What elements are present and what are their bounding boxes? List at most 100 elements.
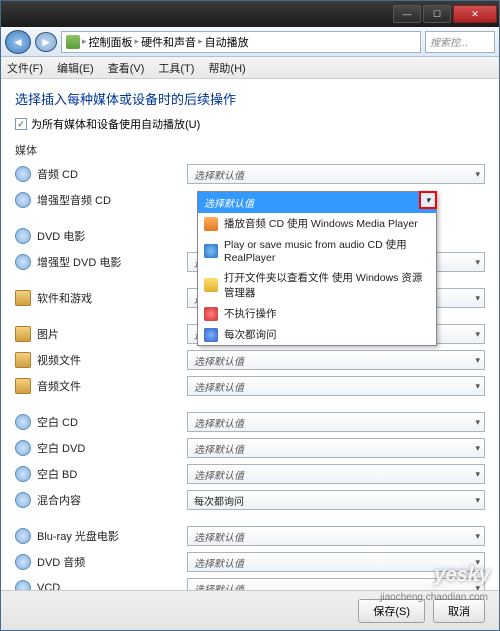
row-audio-cd: 音频 CD 选择默认值 — [15, 162, 485, 186]
use-autoplay-label: 为所有媒体和设备使用自动播放(U) — [31, 116, 200, 132]
disc-icon — [15, 528, 31, 544]
menu-view[interactable]: 查看(V) — [108, 60, 145, 76]
menu-help[interactable]: 帮助(H) — [208, 60, 245, 76]
nav-forward-button[interactable]: ► — [35, 32, 57, 52]
dropdown-option-text: 播放音频 CD 使用 Windows Media Player — [224, 216, 418, 231]
page-heading: 选择插入每种媒体或设备时的后续操作 — [15, 89, 485, 108]
row-label: 音频 CD — [37, 166, 187, 182]
row-label: VCD — [37, 582, 187, 590]
row-blank-bd: 空白 BD 选择默认值 — [15, 462, 485, 486]
combo-audio-files[interactable]: 选择默认值 — [187, 376, 485, 396]
navbar: ◄ ► ▸ 控制面板 ▸ 硬件和声音 ▸ 自动播放 搜索控... — [1, 27, 499, 57]
row-audio-files: 音频文件 选择默认值 — [15, 374, 485, 398]
row-label: DVD 音频 — [37, 554, 187, 570]
combo-vcd[interactable]: 选择默认值 — [187, 578, 485, 590]
combo-video-files[interactable]: 选择默认值 — [187, 350, 485, 370]
row-label: 图片 — [37, 326, 187, 342]
dropdown-selected-text: 选择默认值 — [204, 199, 254, 210]
row-label: 软件和游戏 — [37, 290, 187, 306]
combo-blank-cd[interactable]: 选择默认值 — [187, 412, 485, 432]
dropdown-option[interactable]: 每次都询问 — [198, 324, 436, 345]
cancel-button[interactable]: 取消 — [433, 599, 485, 623]
use-autoplay-checkbox[interactable]: ✓ — [15, 118, 27, 130]
breadcrumb[interactable]: ▸ 控制面板 ▸ 硬件和声音 ▸ 自动播放 — [61, 31, 421, 53]
bottom-bar: 保存(S) 取消 — [1, 590, 499, 630]
breadcrumb-sep: ▸ — [135, 36, 140, 47]
row-label: 增强型 DVD 电影 — [37, 254, 187, 270]
use-autoplay-checkbox-row: ✓ 为所有媒体和设备使用自动播放(U) — [15, 116, 485, 132]
content-area: 选择插入每种媒体或设备时的后续操作 ✓ 为所有媒体和设备使用自动播放(U) 媒体… — [1, 79, 499, 590]
row-blank-cd: 空白 CD 选择默认值 — [15, 410, 485, 434]
row-label: 混合内容 — [37, 492, 187, 508]
combo-blank-dvd[interactable]: 选择默认值 — [187, 438, 485, 458]
disc-icon — [15, 414, 31, 430]
section-media-label: 媒体 — [15, 142, 485, 158]
software-icon — [15, 290, 31, 306]
disc-icon — [15, 228, 31, 244]
row-label: DVD 电影 — [37, 228, 187, 244]
search-input[interactable]: 搜索控... — [425, 31, 495, 53]
save-button[interactable]: 保存(S) — [358, 599, 425, 623]
realplayer-icon — [204, 244, 218, 258]
dropdown-option-text: 每次都询问 — [224, 327, 277, 342]
row-dvd-audio: DVD 音频 选择默认值 — [15, 550, 485, 574]
disc-icon — [15, 166, 31, 182]
wmp-icon — [204, 217, 218, 231]
combo-dvd-audio[interactable]: 选择默认值 — [187, 552, 485, 572]
row-label: 音频文件 — [37, 378, 187, 394]
row-label: 视频文件 — [37, 352, 187, 368]
disc-icon — [15, 192, 31, 208]
dropdown-option[interactable]: Play or save music from audio CD 使用 Real… — [198, 234, 436, 267]
row-video-files: 视频文件 选择默认值 — [15, 348, 485, 372]
breadcrumb-sep: ▸ — [82, 36, 87, 47]
maximize-button[interactable]: ☐ — [423, 5, 451, 23]
dropdown-option-text: 打开文件夹以查看文件 使用 Windows 资源管理器 — [224, 270, 430, 300]
menubar: 文件(F) 编辑(E) 查看(V) 工具(T) 帮助(H) — [1, 57, 499, 79]
combo-bluray[interactable]: 选择默认值 — [187, 526, 485, 546]
row-mixed: 混合内容 每次都询问 — [15, 488, 485, 512]
dropdown-option-text: Play or save music from audio CD 使用 Real… — [224, 237, 430, 264]
disc-icon — [15, 492, 31, 508]
menu-file[interactable]: 文件(F) — [7, 60, 43, 76]
dropdown-option[interactable]: 播放音频 CD 使用 Windows Media Player — [198, 213, 436, 234]
combo-blank-bd[interactable]: 选择默认值 — [187, 464, 485, 484]
nav-back-button[interactable]: ◄ — [5, 30, 31, 54]
row-blank-dvd: 空白 DVD 选择默认值 — [15, 436, 485, 460]
row-label: 空白 DVD — [37, 440, 187, 456]
row-bluray: Blu-ray 光盘电影 选择默认值 — [15, 524, 485, 548]
control-panel-icon — [66, 35, 80, 49]
disc-icon — [15, 554, 31, 570]
breadcrumb-item[interactable]: 硬件和声音 — [141, 34, 196, 50]
audio-icon — [15, 378, 31, 394]
breadcrumb-item[interactable]: 自动播放 — [205, 34, 249, 50]
row-vcd: VCD 选择默认值 — [15, 576, 485, 590]
combo-mixed[interactable]: 每次都询问 — [187, 490, 485, 510]
ask-icon — [204, 328, 218, 342]
dropdown-option-text: 不执行操作 — [224, 306, 277, 321]
row-label: 空白 CD — [37, 414, 187, 430]
minimize-button[interactable]: — — [393, 5, 421, 23]
autoplay-window: — ☐ ✕ ◄ ► ▸ 控制面板 ▸ 硬件和声音 ▸ 自动播放 搜索控... 文… — [0, 0, 500, 631]
dropdown-option[interactable]: 打开文件夹以查看文件 使用 Windows 资源管理器 — [198, 267, 436, 303]
video-icon — [15, 352, 31, 368]
menu-edit[interactable]: 编辑(E) — [57, 60, 94, 76]
menu-tools[interactable]: 工具(T) — [158, 60, 194, 76]
dropdown-option[interactable]: 不执行操作 — [198, 303, 436, 324]
combo-audio-cd[interactable]: 选择默认值 — [187, 164, 485, 184]
dropdown-selected[interactable]: 选择默认值 ▾ — [198, 192, 436, 213]
close-button[interactable]: ✕ — [453, 5, 497, 23]
row-label: Blu-ray 光盘电影 — [37, 528, 187, 544]
breadcrumb-item[interactable]: 控制面板 — [89, 34, 133, 50]
folder-icon — [204, 278, 218, 292]
picture-icon — [15, 326, 31, 342]
chevron-down-icon[interactable]: ▾ — [419, 191, 437, 209]
breadcrumb-sep: ▸ — [198, 36, 203, 47]
noaction-icon — [204, 307, 218, 321]
disc-icon — [15, 440, 31, 456]
titlebar: — ☐ ✕ — [1, 1, 499, 27]
disc-icon — [15, 580, 31, 590]
audio-cd-dropdown-list: 选择默认值 ▾ 播放音频 CD 使用 Windows Media Player … — [197, 191, 437, 346]
row-label: 增强型音频 CD — [37, 192, 187, 208]
row-label: 空白 BD — [37, 466, 187, 482]
disc-icon — [15, 466, 31, 482]
